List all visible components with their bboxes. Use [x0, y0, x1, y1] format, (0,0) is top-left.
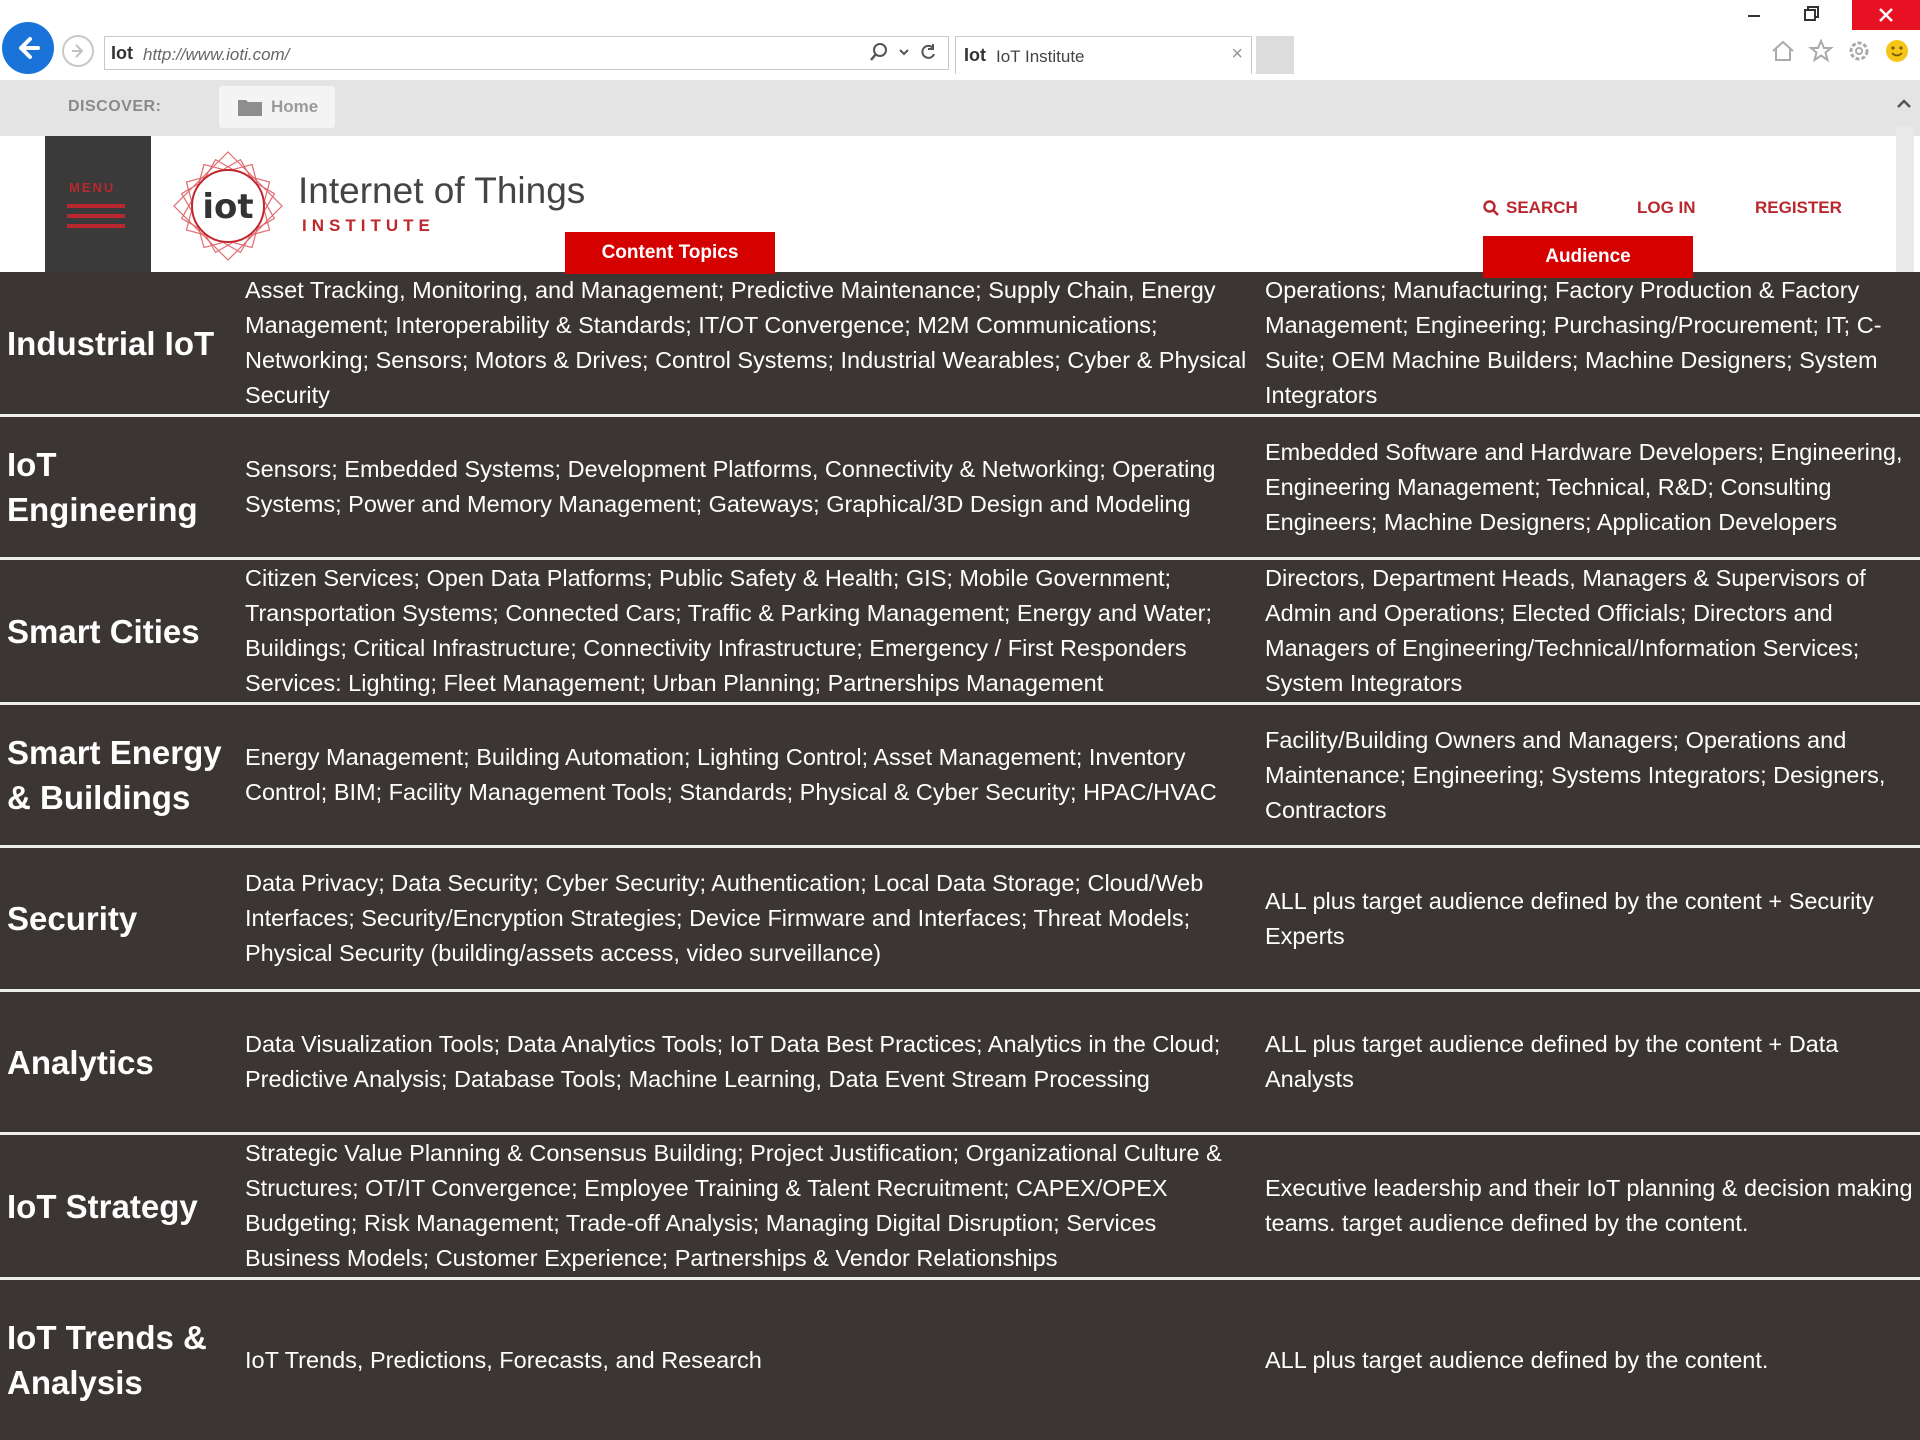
back-button[interactable]: [2, 22, 54, 74]
gear-icon[interactable]: [1846, 38, 1872, 64]
row-topics: Data Visualization Tools; Data Analytics…: [245, 1031, 1221, 1092]
row-audience: ALL plus target audience defined by the …: [1265, 887, 1874, 949]
row-category: IoT Trends & Analysis: [7, 1319, 207, 1401]
tab-title: IoT Institute: [996, 47, 1085, 66]
browser-tab[interactable]: Iot IoT Institute ×: [955, 36, 1252, 74]
row-category: IoT Strategy: [7, 1187, 198, 1225]
table-row: Analytics Data Visualization Tools; Data…: [0, 992, 1920, 1135]
table-row: IoT Trends & Analysis IoT Trends, Predic…: [0, 1280, 1920, 1440]
close-window-button[interactable]: [1852, 0, 1920, 30]
table-row: Smart Energy & Buildings Energy Manageme…: [0, 705, 1920, 848]
table-row: Smart Cities Citizen Services; Open Data…: [0, 560, 1920, 705]
home-favorite-button[interactable]: Home: [219, 86, 335, 128]
chevron-down-icon[interactable]: [898, 46, 910, 58]
row-topics: Energy Management; Building Automation; …: [245, 744, 1217, 805]
favorites-bar: DISCOVER: Home: [0, 80, 1920, 136]
home-favorite-label: Home: [271, 97, 319, 116]
row-category: Security: [7, 900, 138, 937]
content-table: Industrial IoT Asset Tracking, Monitorin…: [0, 272, 1920, 1440]
table-row: Industrial IoT Asset Tracking, Monitorin…: [0, 272, 1920, 417]
iot-logo-icon[interactable]: iot: [170, 148, 286, 264]
restore-button[interactable]: [1791, 0, 1833, 28]
register-link[interactable]: REGISTER: [1755, 198, 1842, 218]
row-audience: Directors, Department Heads, Managers & …: [1265, 565, 1866, 696]
search-icon[interactable]: [868, 41, 890, 63]
table-row: IoT Strategy Strategic Value Planning & …: [0, 1135, 1920, 1280]
table-row: IoT Engineering Sensors; Embedded System…: [0, 417, 1920, 560]
row-topics: Asset Tracking, Monitoring, and Manageme…: [245, 277, 1247, 408]
discover-label: DISCOVER:: [68, 98, 162, 115]
arrow-right-icon: [72, 44, 84, 58]
row-audience: Facility/Building Owners and Managers; O…: [1265, 726, 1886, 823]
logo-title: Internet of Things: [298, 170, 586, 211]
chevron-up-icon[interactable]: [1894, 94, 1914, 114]
restore-icon: [1804, 6, 1819, 21]
menu-label: MENU: [69, 180, 116, 195]
content-topics-label: Content Topics: [565, 232, 775, 274]
new-tab-button[interactable]: [1256, 36, 1294, 74]
row-category: Industrial IoT: [7, 324, 215, 362]
row-category: IoT Engineering: [7, 446, 198, 528]
logo-subtitle: INSTITUTE: [302, 216, 435, 235]
row-topics: Sensors; Embedded Systems; Development P…: [245, 456, 1216, 517]
row-category: Smart Energy & Buildings: [7, 734, 222, 816]
menu-button[interactable]: MENU: [45, 136, 151, 272]
minimize-button[interactable]: [1733, 0, 1775, 28]
row-topics: Citizen Services; Open Data Platforms; P…: [245, 565, 1212, 696]
browser-toolbar-icons: [1770, 38, 1910, 64]
row-audience: Embedded Software and Hardware Developer…: [1265, 438, 1903, 535]
address-url[interactable]: http://www.ioti.com/: [143, 45, 289, 65]
folder-icon: [238, 100, 262, 116]
browser-chrome: Iot http://www.ioti.com/ Iot IoT Institu…: [0, 0, 1920, 80]
table-row: Security Data Privacy; Data Security; Cy…: [0, 848, 1920, 992]
row-audience: Operations; Manufacturing; Factory Produ…: [1265, 277, 1882, 408]
row-category: Smart Cities: [7, 612, 200, 650]
forward-button[interactable]: [62, 35, 94, 67]
login-link[interactable]: LOG IN: [1637, 198, 1696, 218]
search-link[interactable]: SEARCH: [1482, 198, 1578, 218]
search-link-label: SEARCH: [1506, 198, 1578, 217]
row-audience: ALL plus target audience defined by the …: [1265, 1346, 1769, 1373]
tab-close-button[interactable]: ×: [1231, 43, 1243, 66]
star-icon[interactable]: [1808, 38, 1834, 64]
minimize-icon: [1748, 15, 1760, 17]
row-category: Analytics: [7, 1043, 154, 1081]
logo-mark-text: iot: [202, 187, 253, 227]
row-topics: Data Privacy; Data Security; Cyber Secur…: [245, 870, 1204, 966]
row-topics: Strategic Value Planning & Consensus Bui…: [245, 1140, 1222, 1271]
page-scrollbar[interactable]: [1896, 126, 1914, 272]
close-icon: [1879, 8, 1893, 22]
row-audience: Executive leadership and their IoT plann…: [1265, 1175, 1913, 1236]
refresh-icon[interactable]: [918, 42, 938, 62]
tab-favicon: Iot: [964, 45, 986, 65]
row-topics: IoT Trends, Predictions, Forecasts, and …: [245, 1346, 762, 1373]
magnifier-icon: [1483, 200, 1499, 216]
hamburger-icon: [67, 204, 125, 234]
address-bar[interactable]: Iot http://www.ioti.com/: [104, 36, 949, 70]
row-audience: ALL plus target audience defined by the …: [1265, 1031, 1839, 1092]
smiley-icon[interactable]: [1884, 38, 1910, 64]
address-favicon: Iot: [111, 43, 133, 63]
home-icon[interactable]: [1770, 38, 1796, 64]
audience-label: Audience: [1483, 236, 1693, 278]
arrow-left-icon: [19, 37, 40, 59]
